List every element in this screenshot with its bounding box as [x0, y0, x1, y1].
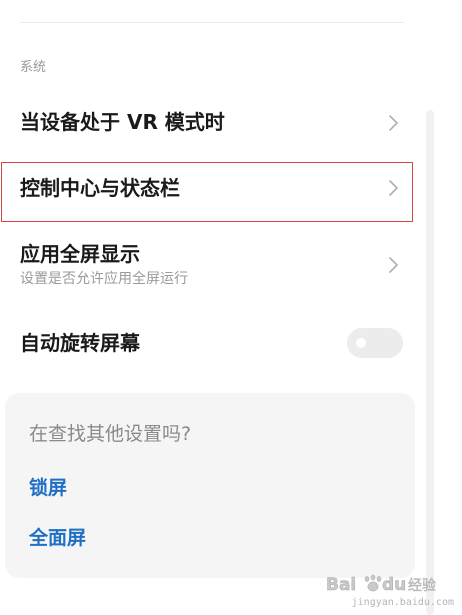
row-title: 自动旋转屏幕 — [20, 331, 140, 355]
svg-text:du: du — [382, 575, 406, 595]
suggestion-link-full-screen[interactable]: 全面屏 — [29, 525, 86, 551]
section-header-system: 系统 — [20, 60, 47, 75]
svg-text:经验: 经验 — [408, 578, 436, 594]
suggestions-card: 在查找其他设置吗? 锁屏 全面屏 — [5, 393, 415, 578]
toggle-knob — [356, 338, 366, 348]
chevron-right-icon — [388, 256, 400, 274]
row-title: 控制中心与状态栏 — [20, 176, 180, 200]
suggestion-link-lock-screen[interactable]: 锁屏 — [29, 475, 67, 501]
chevron-right-icon — [388, 179, 400, 197]
scrollbar-track[interactable] — [426, 110, 434, 615]
settings-row-vr-mode[interactable]: 当设备处于 VR 模式时 — [0, 96, 414, 152]
settings-row-app-fullscreen[interactable]: 应用全屏显示 设置是否允许应用全屏运行 — [0, 236, 414, 296]
watermark-url: jingyan.baidu.com — [351, 597, 454, 608]
baidu-watermark: Bai du 经验 jingyan.baidu.com — [326, 573, 454, 611]
settings-row-control-center[interactable]: 控制中心与状态栏 — [0, 162, 414, 222]
chevron-right-icon — [388, 114, 400, 132]
suggestions-title: 在查找其他设置吗? — [29, 423, 192, 445]
auto-rotate-toggle[interactable] — [347, 328, 403, 358]
baidu-paw-logo: Bai du 经验 — [326, 573, 454, 595]
row-subtitle: 设置是否允许应用全屏运行 — [20, 271, 188, 287]
top-divider — [20, 22, 404, 23]
row-title: 当设备处于 VR 模式时 — [20, 110, 225, 134]
svg-text:Bai: Bai — [326, 575, 356, 595]
row-title: 应用全屏显示 — [20, 242, 140, 266]
